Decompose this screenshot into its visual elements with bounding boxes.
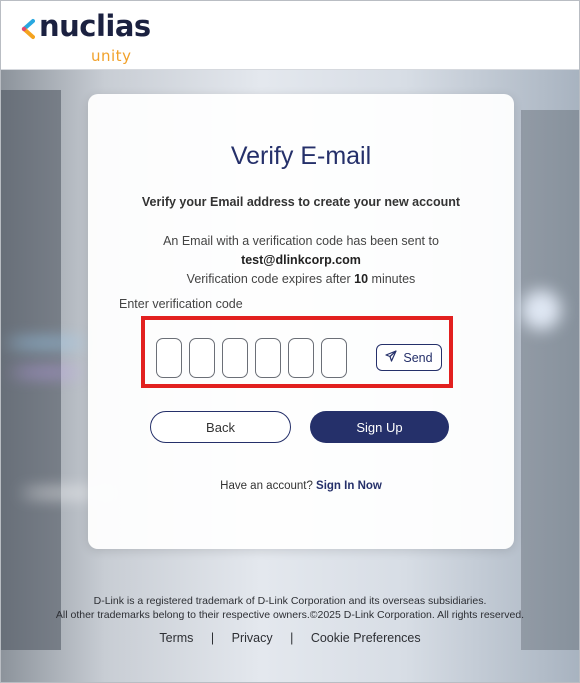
have-account-label: Have an account? <box>220 480 313 492</box>
code-highlight-box <box>141 316 453 388</box>
footer-separator: | <box>210 631 215 645</box>
page-title: Verify E-mail <box>230 142 372 170</box>
sign-in-now-link[interactable]: Sign In Now <box>316 480 382 492</box>
footer-link-cookie-preferences[interactable]: Cookie Preferences <box>311 631 421 645</box>
nuclias-logo[interactable]: nuclias unity <box>21 9 151 65</box>
footer-separator: | <box>290 631 294 645</box>
footer-links: Terms | Privacy | Cookie Preferences <box>1 631 579 645</box>
footer-trademark-line1: D-Link is a registered trademark of D-Li… <box>93 595 487 607</box>
code-label: Enter verification code <box>119 297 243 311</box>
verify-email-card: Verify E-mail Verify your Email address … <box>88 94 514 549</box>
logo-subtext: unity <box>91 47 132 65</box>
email-address: test@dlinkcorp.com <box>241 253 361 267</box>
expiry-prefix: Verification code expires after <box>186 272 351 286</box>
sign-up-button[interactable]: Sign Up <box>310 411 449 443</box>
card-subtitle: Verify your Email address to create your… <box>141 195 461 209</box>
info-sent-text: An Email with a verification code has be… <box>163 234 439 248</box>
back-button[interactable]: Back <box>150 411 291 443</box>
top-header: nuclias unity <box>1 1 579 70</box>
expiry-suffix: minutes <box>371 272 416 286</box>
have-account-text: Have an account? Sign In Now <box>88 480 514 492</box>
footer-link-privacy[interactable]: Privacy <box>232 631 273 645</box>
nuclias-chevron-logo-icon <box>21 15 35 39</box>
footer-trademark-line2: All other trademarks belong to their res… <box>55 609 525 621</box>
logo-wordmark: nuclias <box>39 9 151 43</box>
footer-link-terms[interactable]: Terms <box>159 631 193 645</box>
page-frame: nuclias unity Verify E-mail Verify your … <box>0 0 580 683</box>
expiry-text: Verification code expires after 10 minut… <box>88 272 514 286</box>
expiry-value: 10 <box>354 272 369 286</box>
